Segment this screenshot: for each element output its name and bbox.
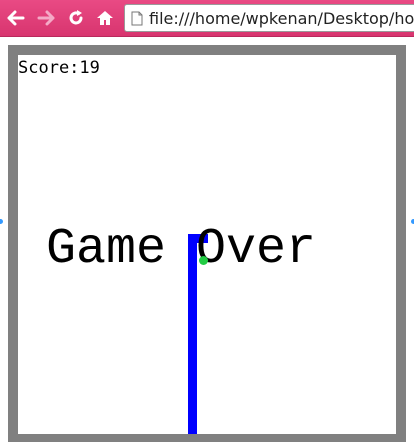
reload-button[interactable] xyxy=(66,8,86,28)
page-content: Score:19 Game Over xyxy=(0,37,414,446)
game-board[interactable]: Score:19 Game Over xyxy=(18,55,396,434)
page-icon xyxy=(131,11,143,30)
url-clip: file:///home/wpkenan/Desktop/home xyxy=(125,5,414,31)
game-over-text: Game Over xyxy=(46,221,317,278)
back-arrow-icon xyxy=(7,10,25,26)
home-icon xyxy=(96,9,114,27)
reload-icon xyxy=(67,9,85,27)
score-label: Score:19 xyxy=(18,58,100,78)
browser-window: file:///home/wpkenan/Desktop/home Score:… xyxy=(0,0,414,446)
url-text: file:///home/wpkenan/Desktop/home xyxy=(149,9,414,28)
left-edge-handle xyxy=(0,219,3,224)
game-frame: Score:19 Game Over xyxy=(8,45,406,442)
home-button[interactable] xyxy=(95,8,115,28)
food-pellet xyxy=(199,256,208,265)
forward-button[interactable] xyxy=(36,8,56,28)
browser-toolbar: file:///home/wpkenan/Desktop/home xyxy=(0,0,414,37)
back-button[interactable] xyxy=(6,8,26,28)
forward-arrow-icon xyxy=(37,10,55,26)
address-bar[interactable]: file:///home/wpkenan/Desktop/home xyxy=(124,4,414,32)
